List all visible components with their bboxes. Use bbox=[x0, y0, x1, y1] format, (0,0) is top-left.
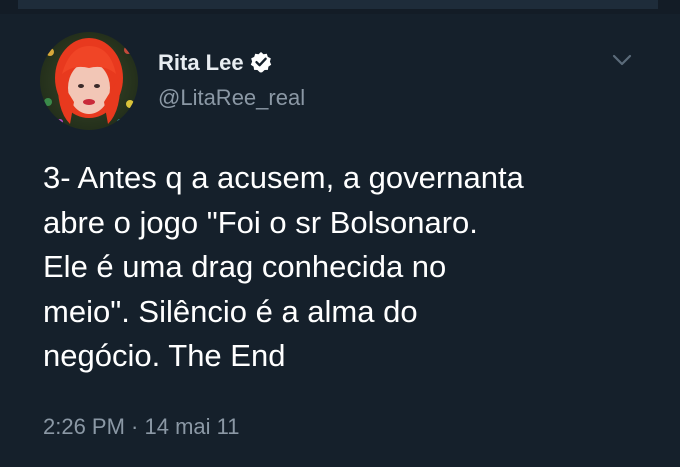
tweet-text: 3- Antes q a acusem, a governanta abre o… bbox=[43, 160, 524, 374]
user-handle[interactable]: @LitaRee_real bbox=[158, 85, 305, 111]
tweet-card: Rita Lee @LitaRee_real 3- Antes q a acus… bbox=[0, 0, 680, 467]
previous-tweet-edge-highlight bbox=[18, 0, 658, 9]
chevron-down-icon[interactable] bbox=[610, 50, 634, 70]
avatar[interactable] bbox=[40, 32, 138, 130]
display-name[interactable]: Rita Lee bbox=[158, 50, 244, 75]
display-name-row[interactable]: Rita Lee bbox=[158, 50, 272, 76]
avatar-image bbox=[40, 32, 138, 130]
verified-badge-icon bbox=[250, 51, 272, 73]
tweet-timestamp[interactable]: 2:26 PM · 14 mai 11 bbox=[43, 413, 239, 441]
previous-tweet-edge bbox=[0, 0, 680, 14]
